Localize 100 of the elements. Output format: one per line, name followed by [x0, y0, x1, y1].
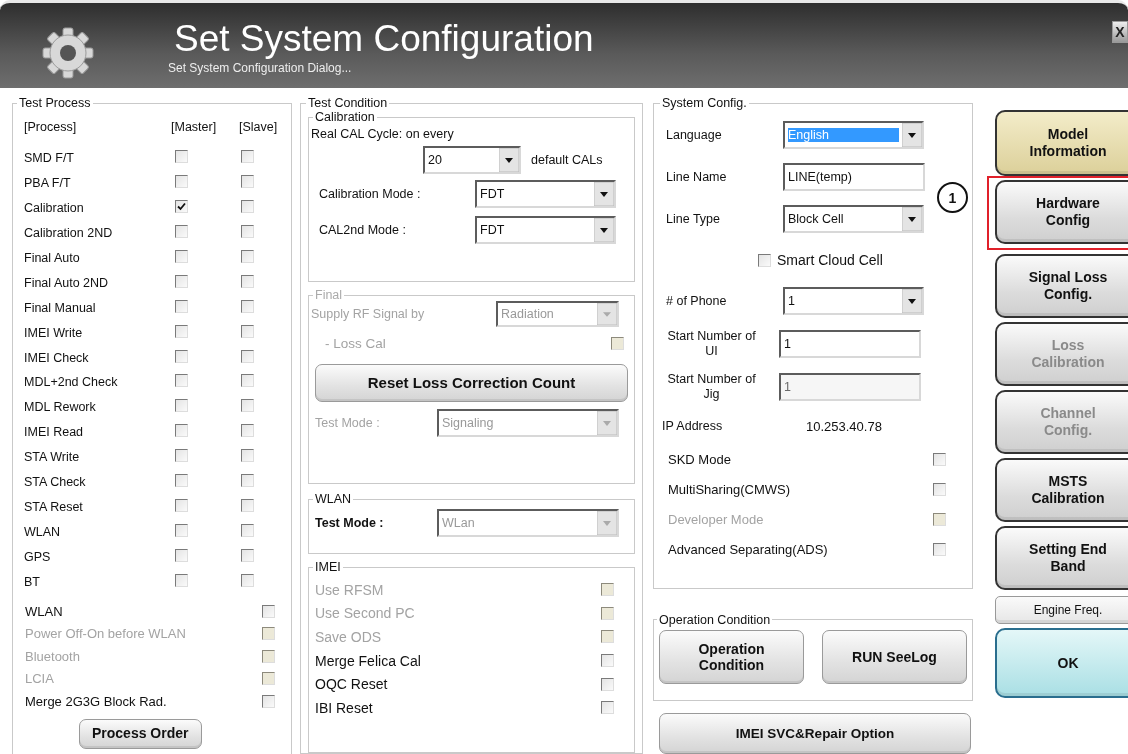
side-button[interactable]: Engine Freq. — [995, 596, 1128, 624]
operation-button[interactable]: Operation Condition — [659, 629, 804, 684]
checkbox[interactable] — [241, 200, 254, 214]
dropdown[interactable]: 20 — [423, 146, 521, 174]
checkbox[interactable] — [601, 654, 614, 668]
process-label: Final Auto 2ND — [24, 275, 110, 290]
test-mode-label: Test Mode : — [315, 415, 380, 430]
process-label: Calibration — [24, 201, 85, 216]
checkbox[interactable] — [175, 274, 188, 288]
mode-label: CAL2nd Mode : — [319, 222, 407, 238]
side-button[interactable]: OK — [995, 628, 1128, 698]
checkbox[interactable] — [175, 374, 188, 388]
checkbox[interactable] — [262, 604, 275, 618]
checkbox[interactable] — [758, 253, 771, 267]
checkbox[interactable] — [241, 573, 254, 587]
field-label: # of Phone — [666, 293, 728, 309]
side-button[interactable]: Setting End Band — [995, 526, 1128, 590]
option-label: Merge Felica Cal — [315, 652, 421, 669]
checkbox[interactable] — [241, 150, 254, 164]
cycle-suffix: default CALs — [531, 153, 603, 167]
supply-label: Supply RF Signal by — [311, 306, 425, 321]
checkbox[interactable] — [175, 399, 188, 413]
checkbox[interactable] — [601, 677, 614, 691]
dropdown[interactable]: FDT — [475, 180, 616, 208]
process-label: PBA F/T — [24, 176, 72, 191]
checkbox[interactable] — [175, 474, 188, 487]
checkbox[interactable] — [175, 449, 188, 463]
process-label: SMD F/T — [24, 151, 75, 166]
side-button[interactable]: Signal Loss Config. — [995, 254, 1128, 318]
checkbox[interactable] — [933, 542, 946, 556]
process-label: WLAN — [24, 524, 62, 539]
checkbox[interactable] — [241, 449, 254, 463]
checkbox[interactable] — [933, 452, 946, 466]
dropdown-arrow-icon — [597, 511, 617, 535]
process-label: MDL+2nd Check — [24, 375, 119, 390]
imei-repair-button[interactable]: IMEI SVC&Repair Option — [659, 713, 971, 754]
checkbox[interactable] — [933, 482, 946, 496]
checkbox[interactable] — [175, 250, 188, 263]
process-label: Final Auto — [24, 251, 81, 265]
checkbox[interactable] — [241, 374, 254, 388]
checkbox[interactable] — [175, 523, 188, 537]
checkbox[interactable] — [241, 274, 254, 288]
group-title: System Config. — [661, 96, 748, 110]
checkbox[interactable] — [241, 324, 254, 338]
checkbox[interactable] — [241, 175, 254, 189]
text-field[interactable]: 1 — [779, 329, 921, 358]
close-button[interactable]: X — [1112, 21, 1128, 43]
side-button[interactable]: Hardware Config — [995, 180, 1128, 244]
side-button[interactable]: Model Information — [995, 110, 1128, 176]
test-mode-label: Test Mode : — [315, 515, 384, 530]
dropdown[interactable]: FDT — [475, 216, 616, 244]
group-title: Final — [314, 288, 344, 302]
checkbox[interactable] — [175, 150, 188, 164]
process-label: IMEI Read — [24, 425, 85, 440]
option-label: Use RFSM — [315, 581, 384, 598]
checkbox[interactable] — [175, 324, 188, 338]
checkbox[interactable] — [241, 474, 254, 487]
checkbox[interactable] — [241, 523, 254, 537]
checkbox[interactable] — [241, 349, 254, 363]
window-subtitle: Set System Configuration Dialog... — [168, 61, 353, 75]
checkbox[interactable] — [241, 225, 254, 239]
column-header: [Process] — [24, 120, 78, 134]
option-label: Advanced Separating(ADS) — [668, 541, 828, 557]
process-label: BT — [24, 574, 41, 589]
side-button[interactable]: MSTS Calibration — [995, 458, 1128, 522]
checkbox[interactable] — [175, 225, 188, 239]
process-label: GPS — [24, 549, 52, 564]
operation-button[interactable]: RUN SeeLog — [822, 629, 967, 684]
callout-number: 1 — [937, 182, 968, 213]
checkbox[interactable] — [241, 424, 254, 438]
dropdown-arrow-icon — [499, 148, 519, 172]
field-label: Line Type — [666, 211, 721, 227]
option-label: Developer Mode — [668, 511, 764, 527]
checkbox[interactable] — [262, 694, 275, 708]
process-label: STA Write — [24, 450, 81, 465]
checkbox[interactable] — [241, 399, 254, 413]
checkbox[interactable] — [175, 299, 188, 313]
field-label: Start Number of UI — [666, 329, 757, 358]
checkbox[interactable] — [241, 498, 254, 512]
dropdown[interactable]: Block Cell — [783, 205, 924, 233]
process-label: Final Manual — [24, 300, 97, 315]
checkbox[interactable] — [241, 250, 254, 263]
checkbox[interactable] — [175, 548, 188, 562]
text-field[interactable]: LINE(temp) — [783, 163, 925, 191]
checkbox[interactable] — [175, 349, 188, 363]
process-label: IMEI Write — [24, 325, 84, 340]
process-order-button[interactable]: Process Order — [79, 718, 202, 749]
column-header: [Slave] — [239, 120, 279, 134]
dropdown[interactable]: 1 — [783, 287, 924, 315]
checkbox[interactable] — [175, 175, 188, 189]
field-label: Start Number of Jig — [666, 372, 757, 401]
checkbox[interactable] — [601, 701, 614, 715]
checkbox[interactable] — [175, 424, 188, 438]
group-title: Operation Condition — [658, 612, 772, 627]
checkbox[interactable] — [241, 548, 254, 562]
checkbox[interactable] — [175, 573, 188, 587]
checkbox[interactable] — [175, 200, 188, 214]
checkbox[interactable] — [241, 299, 254, 313]
process-label: STA Reset — [24, 499, 84, 514]
checkbox[interactable] — [175, 498, 188, 512]
